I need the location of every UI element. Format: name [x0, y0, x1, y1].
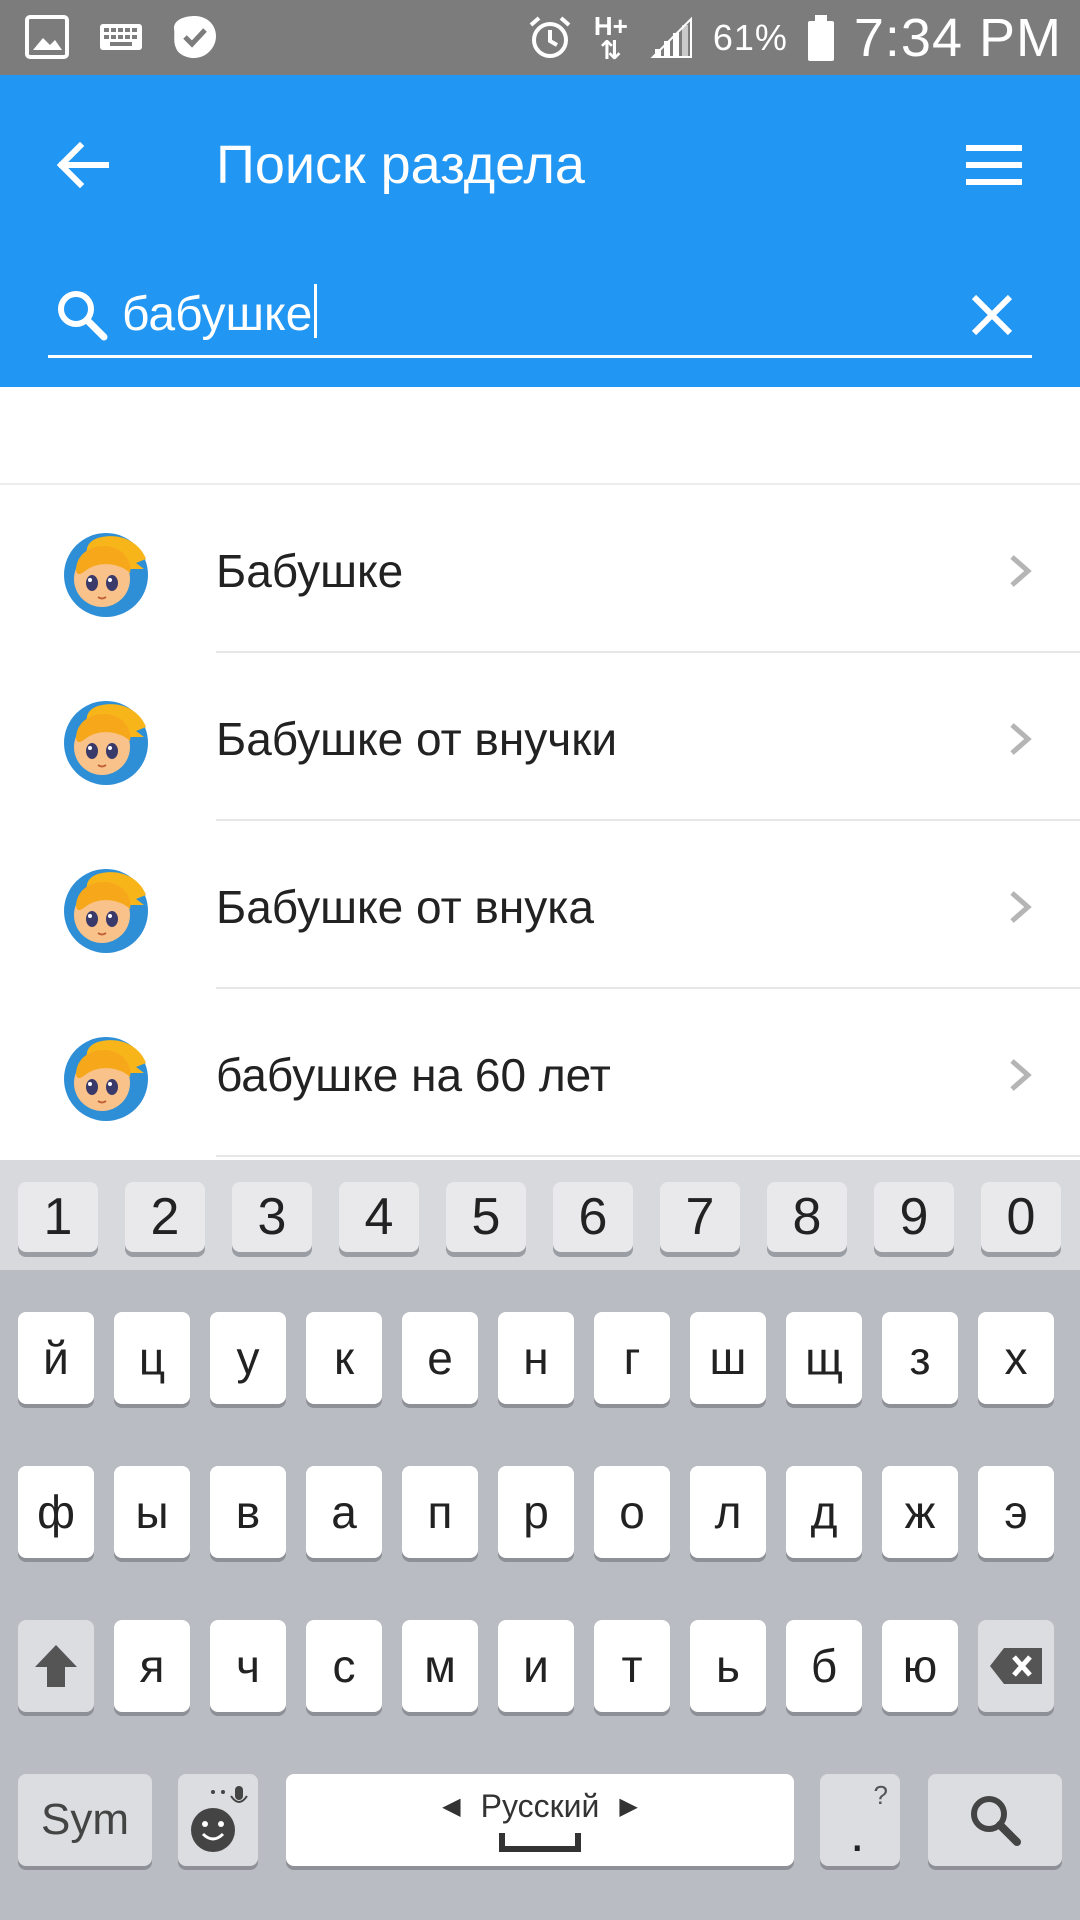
key-е[interactable]: е [402, 1312, 478, 1404]
key-с[interactable]: с [306, 1620, 382, 1712]
chevron-right-icon [1002, 551, 1038, 591]
list-item[interactable]: Бабушке [0, 485, 1080, 653]
key-б[interactable]: б [786, 1620, 862, 1712]
period-label: . [850, 1805, 865, 1863]
list-item[interactable]: Бабушке от внучки [0, 653, 1080, 821]
key-ы[interactable]: ы [114, 1466, 190, 1558]
keyboard-number-row: 1234567890 [0, 1160, 1080, 1270]
key-и[interactable]: и [498, 1620, 574, 1712]
avatar [62, 529, 150, 617]
list-item-label: Бабушке от внучки [216, 713, 618, 765]
emoji-icon [191, 1786, 248, 1852]
key-ю[interactable]: ю [882, 1620, 958, 1712]
key-н[interactable]: н [498, 1312, 574, 1404]
avatar [62, 865, 150, 953]
chevron-right-icon [1002, 719, 1038, 759]
key-9[interactable]: 9 [874, 1182, 954, 1252]
search-icon [58, 291, 108, 341]
key-ь[interactable]: ь [690, 1620, 766, 1712]
key-ж[interactable]: ж [882, 1466, 958, 1558]
key-1[interactable]: 1 [18, 1182, 98, 1252]
keyboard-icon [100, 24, 142, 50]
image-icon [25, 15, 69, 59]
key-ш[interactable]: ш [690, 1312, 766, 1404]
key-т[interactable]: т [594, 1620, 670, 1712]
key-а[interactable]: а [306, 1466, 382, 1558]
list-item[interactable]: бабушке на 60 лет [0, 989, 1080, 1157]
check-badge-icon [174, 16, 216, 58]
keyboard: 1234567890 йцукенгшщзх фывапролджэ ячсмить… [0, 1160, 1080, 1920]
key-й[interactable]: й [18, 1312, 94, 1404]
key-4[interactable]: 4 [339, 1182, 419, 1252]
key-р[interactable]: р [498, 1466, 574, 1558]
key-я[interactable]: я [114, 1620, 190, 1712]
lang-prev-icon: ◀ [442, 1792, 461, 1820]
lang-next-icon: ▶ [619, 1792, 638, 1820]
key-ч[interactable]: ч [210, 1620, 286, 1712]
close-icon[interactable] [962, 285, 1022, 345]
key-8[interactable]: 8 [767, 1182, 847, 1252]
status-bar: H+ ⇅ 61% 7:34 PM [0, 0, 1080, 75]
signal-icon [650, 16, 692, 58]
key-ц[interactable]: ц [114, 1312, 190, 1404]
backspace-key[interactable] [978, 1620, 1054, 1712]
page-title: Поиск раздела [216, 135, 585, 195]
sym-key[interactable]: Sym [18, 1774, 152, 1866]
list-header-spacer [0, 387, 1080, 485]
shift-arrow-icon [35, 1645, 77, 1687]
space-key[interactable]: ◀ Русский ▶ [286, 1774, 794, 1866]
shift-key[interactable] [18, 1620, 94, 1712]
search-icon [971, 1796, 1021, 1846]
chevron-right-icon [1002, 1055, 1038, 1095]
chevron-right-icon [1002, 887, 1038, 927]
list-item-label: бабушке на 60 лет [216, 1049, 611, 1101]
search-input[interactable]: бабушке [122, 283, 318, 347]
battery-icon [807, 14, 834, 61]
key-0[interactable]: 0 [981, 1182, 1061, 1252]
key-6[interactable]: 6 [553, 1182, 633, 1252]
backspace-icon [990, 1648, 1042, 1684]
period-hint-label: ? [873, 1780, 888, 1810]
key-у[interactable]: у [210, 1312, 286, 1404]
key-д[interactable]: д [786, 1466, 862, 1558]
key-х[interactable]: х [978, 1312, 1054, 1404]
period-key[interactable]: ?. [820, 1774, 900, 1866]
text-caret [314, 284, 318, 338]
list-item-label: Бабушке от внука [216, 881, 594, 933]
alarm-icon [529, 15, 571, 58]
key-3[interactable]: 3 [232, 1182, 312, 1252]
key-щ[interactable]: щ [786, 1312, 862, 1404]
key-2[interactable]: 2 [125, 1182, 205, 1252]
key-к[interactable]: к [306, 1312, 382, 1404]
key-о[interactable]: о [594, 1466, 670, 1558]
key-э[interactable]: э [978, 1466, 1054, 1558]
avatar [62, 1033, 150, 1121]
hamburger-menu-icon[interactable] [960, 133, 1030, 197]
key-м[interactable]: м [402, 1620, 478, 1712]
results-list: Бабушке Бабушке от внучки Бабушке от вну… [0, 485, 1080, 1157]
key-п[interactable]: п [402, 1466, 478, 1558]
status-time: 7:34 PM [853, 7, 1062, 68]
list-item[interactable]: Бабушке от внука [0, 821, 1080, 989]
key-ф[interactable]: ф [18, 1466, 94, 1558]
arrow-back-icon[interactable] [50, 130, 120, 200]
avatar [62, 697, 150, 785]
search-key[interactable] [928, 1774, 1062, 1866]
battery-percent: 61% [712, 16, 788, 58]
key-в[interactable]: в [210, 1466, 286, 1558]
language-label: Русский [480, 1787, 600, 1824]
key-7[interactable]: 7 [660, 1182, 740, 1252]
sym-key-label: Sym [41, 1795, 129, 1844]
list-item-label: Бабушке [216, 545, 404, 597]
space-bar-icon [498, 1832, 581, 1852]
network-hplus-icon: H+ ⇅ [593, 10, 628, 65]
app-bar: Поиск раздела бабушке [0, 75, 1080, 387]
emoji-voice-key[interactable] [178, 1774, 258, 1866]
search-field[interactable]: бабушке [48, 275, 1032, 358]
divider [216, 1155, 1080, 1157]
key-л[interactable]: л [690, 1466, 766, 1558]
key-г[interactable]: г [594, 1312, 670, 1404]
key-з[interactable]: з [882, 1312, 958, 1404]
key-5[interactable]: 5 [446, 1182, 526, 1252]
